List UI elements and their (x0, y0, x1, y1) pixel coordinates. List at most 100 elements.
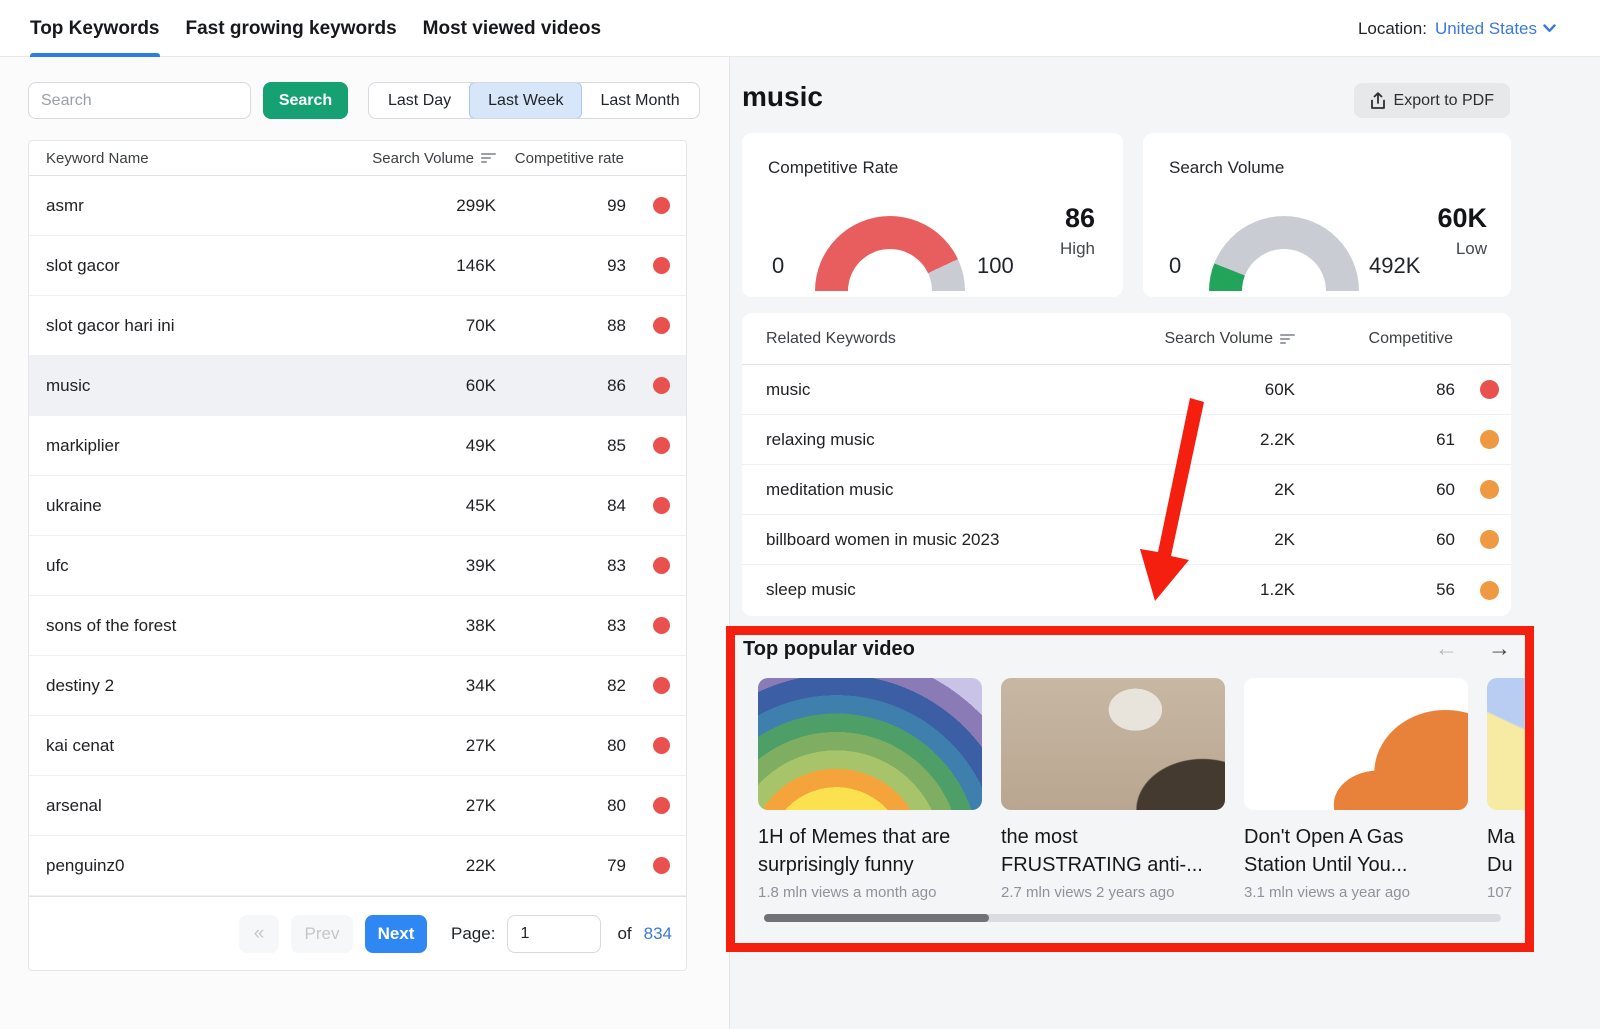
table-row-selected[interactable]: music 60K 86 (29, 356, 686, 416)
col-search-volume[interactable]: Search Volume (326, 150, 496, 167)
video-meta: 1.8 mln views a month ago (758, 884, 982, 901)
total-pages-link[interactable]: 834 (644, 924, 672, 944)
table-row[interactable]: asmr 299K 99 (29, 176, 686, 236)
table-row[interactable]: kai cenat 27K 80 (29, 716, 686, 776)
competitive-dot (653, 557, 670, 574)
tab-fast-growing-keywords[interactable]: Fast growing keywords (186, 0, 397, 57)
export-pdf-button[interactable]: Export to PDF (1354, 83, 1510, 118)
col-competitive-rate: Competitive rate (496, 150, 626, 167)
video-card[interactable]: MaDu 107 (1487, 678, 1534, 901)
table-row[interactable]: sons of the forest 38K 83 (29, 596, 686, 656)
search-volume-card: Search Volume 0 492K 60K Low (1143, 133, 1511, 297)
related-row[interactable]: meditation music 2K 60 (742, 465, 1511, 515)
video-title: the mostFRUSTRATING anti-... (1001, 823, 1225, 879)
table-row[interactable]: penguinz0 22K 79 (29, 836, 686, 896)
related-row[interactable]: billboard women in music 2023 2K 60 (742, 515, 1511, 565)
related-keywords-card: Related Keywords Search Volume Competiti… (742, 313, 1511, 616)
pagination: « Prev Next Page: of 834 (29, 896, 686, 970)
keyword-title: music (742, 81, 823, 113)
carousel-next-icon[interactable]: → (1488, 635, 1511, 662)
top-popular-video-section-annotated: Top popular video ← → 1H of Memes that a… (726, 626, 1534, 952)
export-icon (1370, 92, 1386, 110)
related-row[interactable]: sleep music 1.2K 56 (742, 565, 1511, 615)
gauge-min: 0 (1169, 253, 1181, 279)
table-row[interactable]: ufc 39K 83 (29, 536, 686, 596)
first-page-button[interactable]: « (239, 915, 279, 953)
table-row[interactable]: ukraine 45K 84 (29, 476, 686, 536)
related-row[interactable]: music 60K 86 (742, 365, 1511, 415)
location-selector: Location: United States (1358, 0, 1556, 57)
gauge-title: Competitive Rate (768, 158, 898, 178)
carousel-scrollbar[interactable] (764, 914, 1501, 922)
page-label: Page: (451, 924, 495, 944)
competitive-dot (653, 257, 670, 274)
video-meta: 2.7 mln views 2 years ago (1001, 884, 1225, 901)
video-thumbnail[interactable] (1244, 678, 1468, 810)
competitive-dot (653, 497, 670, 514)
video-meta: 3.1 mln views a year ago (1244, 884, 1468, 901)
search-button[interactable]: Search (263, 82, 348, 119)
table-row[interactable]: markiplier 49K 85 (29, 416, 686, 476)
competitive-dot (1480, 430, 1499, 449)
main-tabs: Top Keywords Fast growing keywords Most … (30, 0, 601, 57)
filter-last-day[interactable]: Last Day (369, 83, 470, 118)
top-bar: Top Keywords Fast growing keywords Most … (0, 0, 1600, 57)
col-competitive: Competitive (1295, 330, 1455, 348)
keyword-detail-panel: music Export to PDF Competitive Rate 0 1… (729, 57, 1600, 1029)
competitive-dot (653, 197, 670, 214)
video-title: MaDu (1487, 823, 1534, 879)
page-of-label: of (617, 924, 631, 944)
gauge-level: High (1015, 239, 1095, 259)
competitive-dot (1480, 380, 1499, 399)
next-page-button[interactable]: Next (365, 915, 427, 953)
competitive-dot (653, 437, 670, 454)
gauge-value: 60K (1397, 203, 1487, 234)
competitive-dot (653, 737, 670, 754)
col-search-volume[interactable]: Search Volume (1115, 330, 1295, 348)
filter-last-month[interactable]: Last Month (581, 83, 698, 118)
competitive-dot (653, 677, 670, 694)
video-card[interactable]: the mostFRUSTRATING anti-... 2.7 mln vie… (1001, 678, 1225, 901)
competitive-dot (653, 377, 670, 394)
filter-last-week[interactable]: Last Week (469, 82, 582, 119)
table-row[interactable]: slot gacor hari ini 70K 88 (29, 296, 686, 356)
location-value-dropdown[interactable]: United States (1435, 19, 1556, 39)
page-number-input[interactable] (507, 915, 601, 953)
competitive-dot (1480, 530, 1499, 549)
location-value: United States (1435, 19, 1537, 39)
time-filter: Last Day Last Week Last Month (368, 82, 700, 119)
video-thumbnail[interactable] (1001, 678, 1225, 810)
content-area: Search Last Day Last Week Last Month Key… (0, 57, 1600, 1029)
table-row[interactable]: slot gacor 146K 93 (29, 236, 686, 296)
col-keyword-name: Keyword Name (46, 150, 326, 167)
competitive-dot (1480, 480, 1499, 499)
location-label: Location: (1358, 19, 1427, 39)
tab-top-keywords[interactable]: Top Keywords (30, 0, 160, 57)
carousel-prev-icon[interactable]: ← (1435, 635, 1458, 662)
competitive-dot (653, 617, 670, 634)
video-thumbnail[interactable] (758, 678, 982, 810)
controls-row: Search Last Day Last Week Last Month (28, 82, 700, 119)
carousel-scrollbar-thumb[interactable] (764, 914, 989, 922)
keywords-table-header: Keyword Name Search Volume Competitive r… (29, 141, 686, 176)
competitive-dot (1480, 581, 1499, 600)
table-row[interactable]: arsenal 27K 80 (29, 776, 686, 836)
video-carousel: 1H of Memes that aresurprisingly funny 1… (758, 678, 1534, 901)
related-row[interactable]: relaxing music 2.2K 61 (742, 415, 1511, 465)
search-input[interactable] (28, 82, 251, 119)
table-row[interactable]: destiny 2 34K 82 (29, 656, 686, 716)
gauge-max: 100 (977, 253, 1014, 279)
sort-icon (481, 152, 496, 164)
video-thumbnail[interactable] (1487, 678, 1534, 810)
related-header: Related Keywords Search Volume Competiti… (742, 313, 1511, 365)
tab-most-viewed-videos[interactable]: Most viewed videos (423, 0, 601, 57)
video-title: 1H of Memes that aresurprisingly funny (758, 823, 982, 879)
video-card[interactable]: Don't Open A GasStation Until You... 3.1… (1244, 678, 1468, 901)
col-related-keywords: Related Keywords (766, 330, 1115, 348)
competitive-dot (653, 797, 670, 814)
prev-page-button[interactable]: Prev (291, 915, 353, 953)
video-card[interactable]: 1H of Memes that aresurprisingly funny 1… (758, 678, 982, 901)
gauge-level: Low (1397, 239, 1487, 259)
video-meta: 107 (1487, 884, 1534, 901)
section-title: Top popular video (743, 638, 915, 661)
